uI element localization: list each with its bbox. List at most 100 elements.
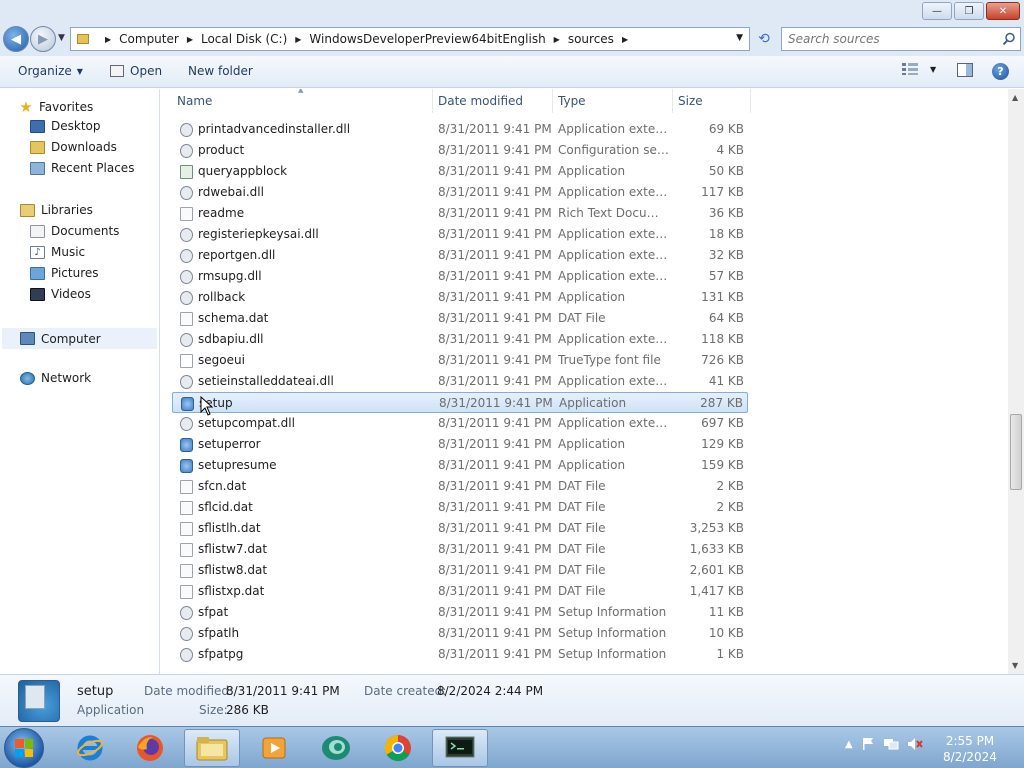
- taskbar-media-player[interactable]: [246, 729, 302, 767]
- table-row[interactable]: printadvancedinstaller.dll 8/31/2011 9:41…: [172, 119, 748, 140]
- file-type: Configuration sett...: [558, 143, 670, 157]
- table-row[interactable]: sflistw8.dat 8/31/2011 9:41 PM DAT File 2,6…: [172, 560, 748, 581]
- breadcrumb-separator[interactable]: ▶: [295, 35, 301, 44]
- breadcrumb-separator[interactable]: ▶: [187, 35, 193, 44]
- file-date-modified: 8/31/2011 9:41 PM: [438, 290, 552, 304]
- close-button[interactable]: ✕: [986, 2, 1020, 20]
- column-header-date[interactable]: Date modified: [438, 94, 523, 108]
- search-input[interactable]: [788, 29, 998, 49]
- network-tray-icon[interactable]: [883, 737, 899, 751]
- table-row[interactable]: sdbapiu.dll 8/31/2011 9:41 PM Application …: [172, 329, 748, 350]
- taskbar-cortana-app[interactable]: [308, 729, 364, 767]
- table-row[interactable]: setuperror 8/31/2011 9:41 PM Application 12…: [172, 434, 748, 455]
- maximize-button[interactable]: ❐: [954, 2, 984, 20]
- table-row[interactable]: rdwebai.dll 8/31/2011 9:41 PM Application …: [172, 182, 748, 203]
- table-row[interactable]: registeriepkeysai.dll 8/31/2011 9:41 PM Ap…: [172, 224, 748, 245]
- file-name: sfpatlh: [198, 626, 240, 640]
- sort-ascending-icon: ▲: [298, 89, 304, 94]
- nav-favorites[interactable]: ★ Favorites: [18, 98, 93, 116]
- breadcrumb-separator[interactable]: ▶: [554, 35, 560, 44]
- forward-button[interactable]: ▶: [30, 26, 56, 52]
- nav-documents[interactable]: Documents: [30, 224, 119, 238]
- file-type: DAT File: [558, 563, 606, 577]
- file-size: 1,417 KB: [689, 584, 744, 598]
- column-divider[interactable]: [672, 89, 673, 113]
- table-row[interactable]: schema.dat 8/31/2011 9:41 PM DAT File 64 KB: [172, 308, 748, 329]
- start-button[interactable]: [4, 728, 44, 768]
- table-row[interactable]: setupcompat.dll 8/31/2011 9:41 PM Applicat…: [172, 413, 748, 434]
- taskbar-windows-explorer[interactable]: [184, 729, 240, 767]
- open-button[interactable]: Open: [110, 64, 162, 78]
- table-row[interactable]: segoeui 8/31/2011 9:41 PM TrueType font fi…: [172, 350, 748, 371]
- music-icon: ♪: [30, 245, 45, 259]
- nav-recent-places[interactable]: Recent Places: [30, 161, 134, 175]
- taskbar-command-window[interactable]: [432, 729, 488, 767]
- table-row[interactable]: sflistw7.dat 8/31/2011 9:41 PM DAT File 1,6…: [172, 539, 748, 560]
- change-view-button[interactable]: ▼: [902, 63, 936, 75]
- table-row[interactable]: sflistlh.dat 8/31/2011 9:41 PM DAT File 3,2…: [172, 518, 748, 539]
- new-folder-button[interactable]: New folder: [188, 64, 253, 78]
- breadcrumb-separator[interactable]: ▶: [622, 35, 628, 44]
- taskbar-firefox[interactable]: [122, 729, 178, 767]
- nav-pictures[interactable]: Pictures: [30, 266, 99, 280]
- column-divider[interactable]: [750, 89, 751, 113]
- table-row[interactable]: sfcn.dat 8/31/2011 9:41 PM DAT File 2 KB: [172, 476, 748, 497]
- table-row[interactable]: setieinstalleddateai.dll 8/31/2011 9:41 P…: [172, 371, 748, 392]
- breadcrumb-computer[interactable]: Computer: [119, 32, 179, 46]
- file-date-modified: 8/31/2011 9:41 PM: [438, 584, 552, 598]
- table-row[interactable]: product 8/31/2011 9:41 PM Configuration se…: [172, 140, 748, 161]
- file-type: Application: [558, 290, 626, 304]
- table-row[interactable]: setupresume 8/31/2011 9:41 PM Application 1…: [172, 455, 748, 476]
- taskbar-internet-explorer[interactable]: [62, 729, 118, 767]
- volume-muted-icon[interactable]: [907, 737, 923, 751]
- column-header-name[interactable]: Name: [177, 94, 212, 108]
- breadcrumb-sources[interactable]: sources: [568, 32, 614, 46]
- table-row[interactable]: sfpatlh 8/31/2011 9:41 PM Setup Informatio…: [172, 623, 748, 644]
- show-hidden-icons-icon[interactable]: ▲: [845, 739, 853, 750]
- table-row[interactable]: rmsupg.dll 8/31/2011 9:41 PM Application e…: [172, 266, 748, 287]
- recent-pages-dropdown[interactable]: ▼: [58, 33, 65, 43]
- column-header-type[interactable]: Type: [558, 94, 586, 108]
- nav-music[interactable]: ♪ Music: [30, 245, 85, 259]
- search-icon[interactable]: [1002, 32, 1016, 46]
- vertical-scrollbar[interactable]: ▲ ▼: [1008, 89, 1024, 674]
- breadcrumb-local-disk[interactable]: Local Disk (C:): [201, 32, 287, 46]
- scrollbar-thumb[interactable]: [1010, 414, 1022, 490]
- action-center-flag-icon[interactable]: [861, 737, 875, 751]
- breadcrumb-separator[interactable]: ▶: [105, 35, 111, 44]
- table-row[interactable]: sflcid.dat 8/31/2011 9:41 PM DAT File 2 KB: [172, 497, 748, 518]
- preview-pane-button[interactable]: [957, 63, 973, 77]
- minimize-button[interactable]: —: [922, 2, 952, 20]
- taskbar-chrome[interactable]: [370, 729, 426, 767]
- refresh-button[interactable]: ⟲: [752, 27, 776, 51]
- column-divider[interactable]: [432, 89, 433, 113]
- scroll-down-arrow[interactable]: ▼: [1012, 661, 1018, 670]
- table-row[interactable]: sflistxp.dat 8/31/2011 9:41 PM DAT File 1,4…: [172, 581, 748, 602]
- nav-videos[interactable]: Videos: [30, 287, 91, 301]
- table-row[interactable]: setup 8/31/2011 9:41 PM Application 287 KB: [172, 392, 748, 413]
- organize-menu[interactable]: Organize ▼: [18, 64, 83, 78]
- scroll-up-arrow[interactable]: ▲: [1012, 93, 1018, 102]
- nav-network[interactable]: Network: [20, 371, 91, 385]
- address-bar[interactable]: ▶ Computer ▶ Local Disk (C:) ▶ WindowsDe…: [70, 27, 750, 51]
- nav-computer[interactable]: Computer: [2, 328, 157, 349]
- nav-desktop[interactable]: Desktop: [30, 119, 101, 133]
- table-row[interactable]: sfpat 8/31/2011 9:41 PM Setup Information 1…: [172, 602, 748, 623]
- file-type: Application: [558, 437, 626, 451]
- breadcrumb-preview-folder[interactable]: WindowsDeveloperPreview64bitEnglish: [309, 32, 545, 46]
- table-row[interactable]: reportgen.dll 8/31/2011 9:41 PM Applicatio…: [172, 245, 748, 266]
- column-header-size[interactable]: Size: [678, 94, 703, 108]
- search-box[interactable]: [781, 27, 1021, 51]
- clock[interactable]: 2:55 PM 8/2/2024: [930, 733, 1010, 765]
- help-icon[interactable]: ?: [992, 63, 1009, 80]
- column-divider[interactable]: [552, 89, 553, 113]
- gear-file-icon: [180, 123, 193, 137]
- table-row[interactable]: readme 8/31/2011 9:41 PM Rich Text Docume.…: [172, 203, 748, 224]
- address-dropdown-icon[interactable]: ▼: [736, 33, 743, 43]
- table-row[interactable]: sfpatpg 8/31/2011 9:41 PM Setup Informatio…: [172, 644, 748, 665]
- table-row[interactable]: queryappblock 8/31/2011 9:41 PM Applicatio…: [172, 161, 748, 182]
- nav-downloads[interactable]: Downloads: [30, 140, 117, 154]
- nav-libraries[interactable]: Libraries: [20, 203, 93, 217]
- back-button[interactable]: ◀: [3, 26, 29, 52]
- table-row[interactable]: rollback 8/31/2011 9:41 PM Application 131 …: [172, 287, 748, 308]
